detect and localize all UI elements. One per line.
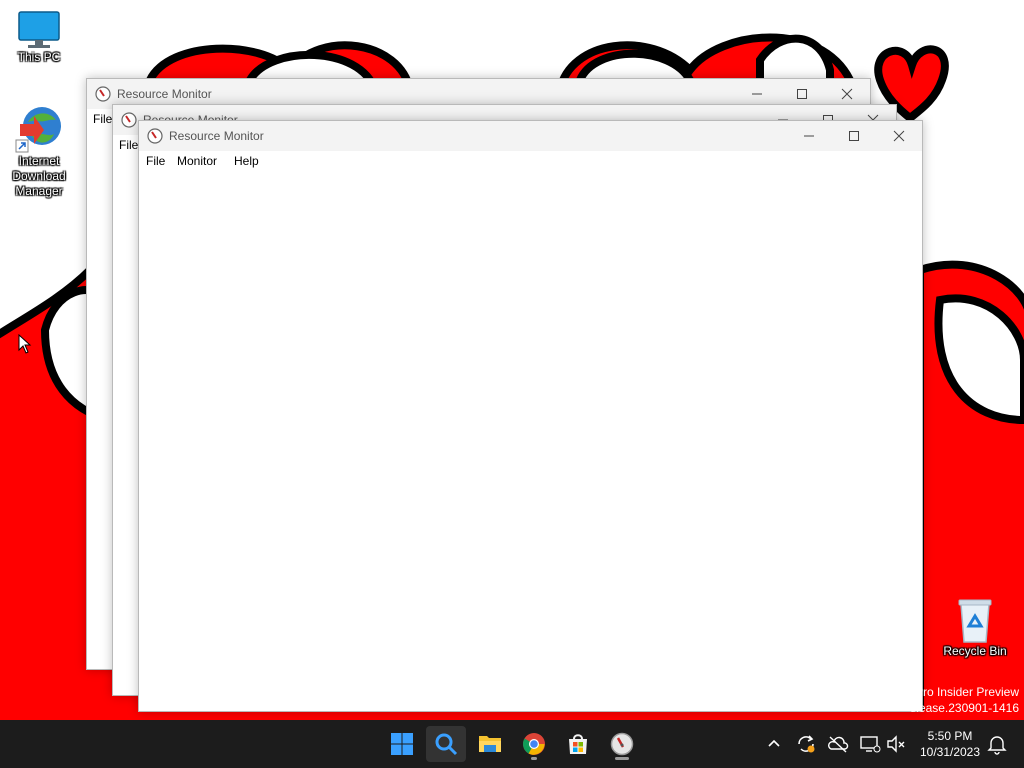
minimize-icon	[752, 93, 762, 95]
window-title: Resource Monitor	[117, 87, 212, 101]
search-button[interactable]	[426, 726, 466, 762]
menu-file[interactable]: File	[93, 112, 112, 126]
clock-date: 10/31/2023	[919, 745, 981, 759]
menu-monitor[interactable]: Monitor	[177, 154, 217, 168]
close-button[interactable]	[876, 121, 922, 151]
menubar: File Monitor Help	[139, 151, 922, 171]
bin-icon	[958, 599, 992, 643]
sync-icon[interactable]	[794, 732, 818, 756]
network-icon[interactable]	[858, 732, 882, 756]
window-client-area	[139, 171, 922, 711]
chrome-button[interactable]	[514, 726, 554, 762]
maximize-icon	[797, 89, 807, 99]
desktop[interactable]: This PC Internet Download Manager Recycl…	[0, 0, 1024, 720]
resource-monitor-button[interactable]	[602, 726, 642, 762]
recycle-bin-label: Recycle Bin	[943, 644, 1007, 658]
idm-label-line2: Download	[12, 169, 66, 183]
maximize-button[interactable]	[831, 121, 877, 151]
idm-globe-icon	[15, 107, 61, 153]
taskbar: 5:50 PM 10/31/2023	[0, 720, 1024, 768]
resource-monitor-window-front[interactable]: Resource Monitor File Monitor Help	[138, 120, 923, 712]
menu-file[interactable]: File	[146, 154, 165, 168]
minimize-button[interactable]	[786, 121, 832, 151]
clock-time: 5:50 PM	[927, 729, 973, 743]
close-icon	[893, 130, 905, 142]
running-indicator	[531, 757, 537, 760]
internet-download-manager-icon[interactable]: Internet Download Manager	[1, 104, 77, 199]
mouse-cursor-icon	[18, 334, 32, 354]
onedrive-offline-icon[interactable]	[826, 732, 850, 756]
start-icon	[391, 733, 413, 755]
menu-file[interactable]: File	[119, 138, 138, 152]
watermark-line1: Pro Insider Preview	[914, 685, 1019, 699]
chrome-icon	[523, 733, 545, 755]
idm-label-line3: Manager	[15, 184, 63, 198]
start-button[interactable]	[382, 726, 422, 762]
file-explorer-icon	[479, 736, 501, 752]
close-icon	[841, 88, 853, 100]
idm-label-line1: Internet	[18, 154, 60, 168]
recycle-bin-icon[interactable]: Recycle Bin	[937, 596, 1013, 659]
resource-monitor-icon	[121, 112, 137, 128]
resource-monitor-icon	[147, 128, 163, 144]
window-title: Resource Monitor	[169, 129, 264, 143]
search-icon	[435, 733, 458, 756]
titlebar[interactable]: Resource Monitor	[139, 121, 922, 151]
file-explorer-button[interactable]	[470, 726, 510, 762]
watermark-line2: elease.230901-1416	[909, 701, 1019, 715]
running-indicator	[615, 757, 629, 760]
menu-help[interactable]: Help	[234, 154, 259, 168]
chevron-up-icon[interactable]	[762, 732, 786, 756]
this-pc-icon[interactable]: This PC	[1, 10, 77, 65]
maximize-icon	[849, 131, 859, 141]
this-pc-label: This PC	[17, 50, 61, 64]
resource-monitor-icon	[95, 86, 111, 102]
resource-monitor-icon	[610, 732, 634, 756]
volume-muted-icon[interactable]	[884, 732, 908, 756]
monitor-icon	[18, 11, 60, 48]
microsoft-store-button[interactable]	[558, 726, 598, 762]
clock[interactable]: 5:50 PM 10/31/2023	[917, 728, 983, 760]
minimize-icon	[804, 135, 814, 137]
notification-bell-icon[interactable]	[985, 732, 1009, 756]
microsoft-store-icon	[569, 734, 587, 754]
